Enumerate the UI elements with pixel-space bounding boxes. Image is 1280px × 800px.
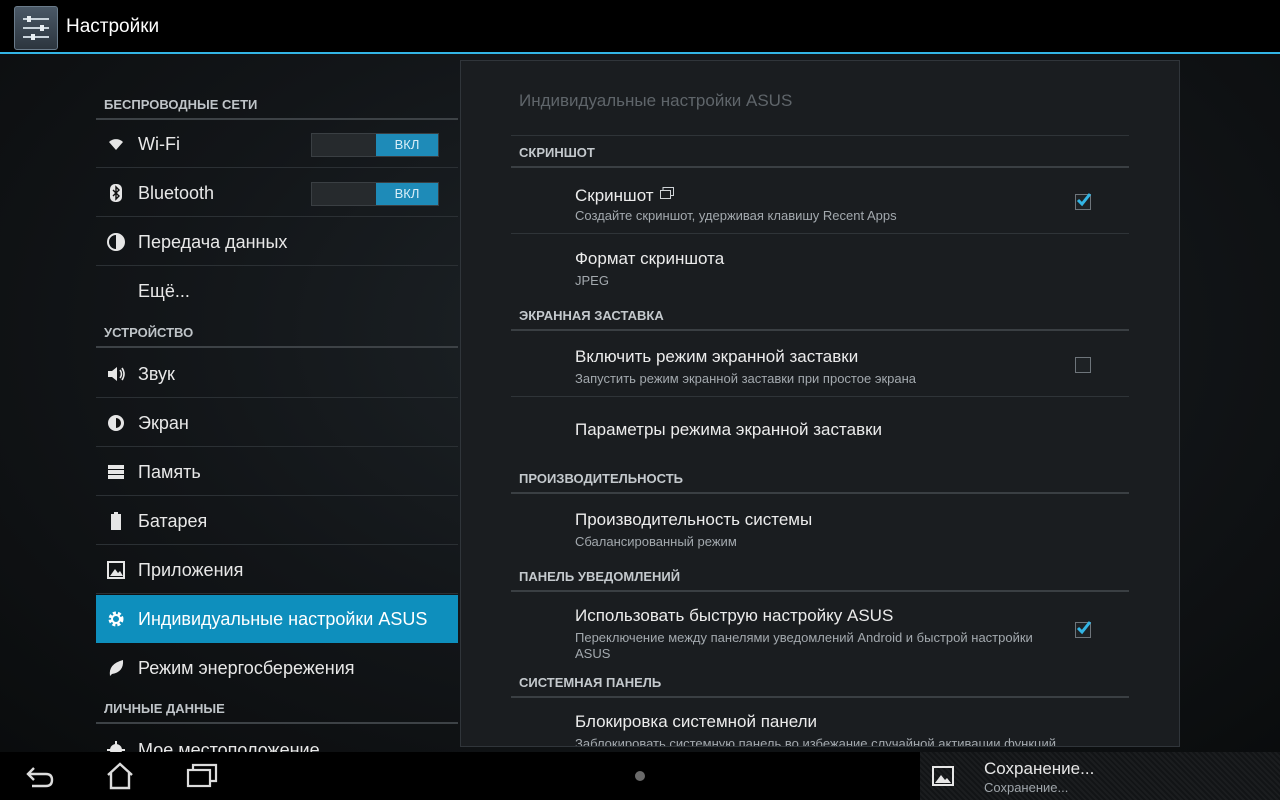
pref-summary: Заблокировать системную панель во избежа… [575,736,1056,747]
sidebar-item-battery[interactable]: Батарея [96,497,458,545]
bluetooth-toggle-state: ВКЛ [376,183,438,205]
pref-title: Включить режим экранной заставки [575,347,859,366]
settings-sliders-icon[interactable] [14,6,58,50]
home-icon [107,762,133,790]
quick-settings-checkbox[interactable] [1075,621,1092,638]
notification-title: Сохранение... [984,759,1095,778]
recent-apps-button[interactable] [182,760,222,792]
settings-header-list: БЕСПРОВОДНЫЕ СЕТИ Wi-Fi ВКЛ Bluetooth ВК… [96,54,458,752]
wifi-toggle[interactable]: ВКЛ [311,133,439,157]
pref-screensaver-settings[interactable]: Параметры режима экранной заставки [511,398,1129,462]
sidebar-item-label: Ещё... [138,281,190,301]
screenshot-checkbox[interactable] [1075,193,1092,210]
section-header-label: БЕСПРОВОДНЫЕ СЕТИ [104,97,258,112]
system-nav-bar: Сохранение... Сохранение... [0,752,1280,800]
sidebar-item-label: Звук [138,364,175,384]
back-button[interactable] [20,760,60,792]
image-icon [932,765,954,787]
sidebar-item-label: Мое местоположение [138,740,320,752]
category-performance: ПРОИЗВОДИТЕЛЬНОСТЬ [511,462,1129,494]
pref-lock-system-bar[interactable]: Блокировка системной панели Заблокироват… [511,698,1129,746]
section-header-device: УСТРОЙСТВО [96,318,458,348]
sidebar-item-location[interactable]: Мое местоположение [96,726,458,752]
sidebar-item-label: Экран [138,413,189,433]
sidebar-item-label: Приложения [138,560,244,580]
action-bar: Настройки [0,0,1280,54]
category-label: ПРОИЗВОДИТЕЛЬНОСТЬ [519,471,683,486]
sidebar-item-sound[interactable]: Звук [96,350,458,398]
asus-settings-panel: Индивидуальные настройки ASUS СКРИНШОТ С… [460,60,1180,747]
category-label: ПАНЕЛЬ УВЕДОМЛЕНИЙ [519,569,681,584]
pref-title: Скриншот [575,184,674,206]
sidebar-item-label: Режим энергосбережения [138,658,355,678]
sidebar-item-data-usage[interactable]: Передача данных [96,218,458,266]
apps-icon [106,560,126,580]
section-header-personal: ЛИЧНЫЕ ДАННЫЕ [96,694,458,724]
screensaver-checkbox[interactable] [1075,357,1091,373]
app-title: Настройки [66,16,160,37]
gear-icon [106,609,126,629]
category-notification-panel: ПАНЕЛЬ УВЕДОМЛЕНИЙ [511,560,1129,592]
category-screensaver: ЭКРАННАЯ ЗАСТАВКА [511,299,1129,331]
wifi-toggle-state: ВКЛ [376,134,438,156]
pref-system-performance[interactable]: Производительность системы Сбалансирован… [511,494,1129,560]
sidebar-item-label: Батарея [138,511,208,531]
sidebar-item-asus-settings[interactable]: Индивидуальные настройки ASUS [96,595,458,643]
sidebar-item-label: Wi-Fi [138,134,180,154]
pref-screenshot[interactable]: Скриншот Создайте скриншот, удерживая кл… [511,168,1129,234]
sidebar-item-bluetooth[interactable]: Bluetooth ВКЛ [96,169,458,217]
window-icon [659,184,674,204]
pref-title: Производительность системы [575,510,813,529]
wifi-icon [106,134,126,154]
leaf-icon [106,658,126,678]
nav-indicator-dot [635,771,645,781]
location-icon [106,740,126,752]
sidebar-item-more[interactable]: Ещё... [96,267,458,315]
pref-summary: JPEG [575,273,609,288]
speaker-icon [106,364,126,384]
sidebar-item-apps[interactable]: Приложения [96,546,458,594]
pref-summary: Создайте скриншот, удерживая клавишу Rec… [575,208,897,223]
sidebar-item-display[interactable]: Экран [96,399,458,447]
brightness-icon [106,413,126,433]
sidebar-item-label: Память [138,462,201,482]
panel-title: Индивидуальные настройки ASUS [519,91,793,110]
sidebar-item-storage[interactable]: Память [96,448,458,496]
pref-summary: Запустить режим экранной заставки при пр… [575,371,917,386]
storage-icon [106,462,126,482]
category-label: СИСТЕМНАЯ ПАНЕЛЬ [519,675,662,690]
category-label: ЭКРАННАЯ ЗАСТАВКА [519,308,664,323]
pref-title-text: Скриншот [575,186,654,205]
pref-title: Блокировка системной панели [575,712,818,731]
recent-apps-icon [186,763,218,788]
bluetooth-toggle[interactable]: ВКЛ [311,182,439,206]
bluetooth-icon [106,183,126,203]
pref-asus-quick-settings[interactable]: Использовать быструю настройку ASUS Пере… [511,592,1129,666]
sidebar-item-label: Индивидуальные настройки ASUS [138,609,428,629]
sidebar-item-label: Bluetooth [138,183,215,203]
sidebar-item-power-saving[interactable]: Режим энергосбережения [96,644,458,692]
battery-icon [106,511,126,531]
section-header-label: УСТРОЙСТВО [104,325,194,340]
pref-summary: Сбалансированный режим [575,534,737,549]
sidebar-item-label: Передача данных [138,232,288,252]
data-usage-icon [106,232,126,252]
pref-enable-screensaver[interactable]: Включить режим экранной заставки Запусти… [511,331,1129,397]
pref-screenshot-format[interactable]: Формат скриншота JPEG [511,235,1129,297]
pref-summary: Переключение между панелями уведомлений … [575,630,1033,661]
category-screenshot: СКРИНШОТ [511,136,1129,168]
screenshot-saving-notification[interactable]: Сохранение... Сохранение... [920,752,1280,800]
category-system-bar: СИСТЕМНАЯ ПАНЕЛЬ [511,666,1129,698]
home-button[interactable] [100,760,140,792]
pref-title: Параметры режима экранной заставки [575,420,883,439]
content-area: БЕСПРОВОДНЫЕ СЕТИ Wi-Fi ВКЛ Bluetooth ВК… [0,54,1280,752]
pref-title: Формат скриншота [575,249,725,268]
sidebar-item-wifi[interactable]: Wi-Fi ВКЛ [96,120,458,168]
notification-subtitle: Сохранение... [984,780,1069,795]
back-icon [26,767,54,788]
pref-title: Использовать быструю настройку ASUS [575,606,894,625]
section-header-label: ЛИЧНЫЕ ДАННЫЕ [104,701,225,716]
category-label: СКРИНШОТ [519,145,595,160]
section-header-wireless: БЕСПРОВОДНЫЕ СЕТИ [96,90,458,120]
